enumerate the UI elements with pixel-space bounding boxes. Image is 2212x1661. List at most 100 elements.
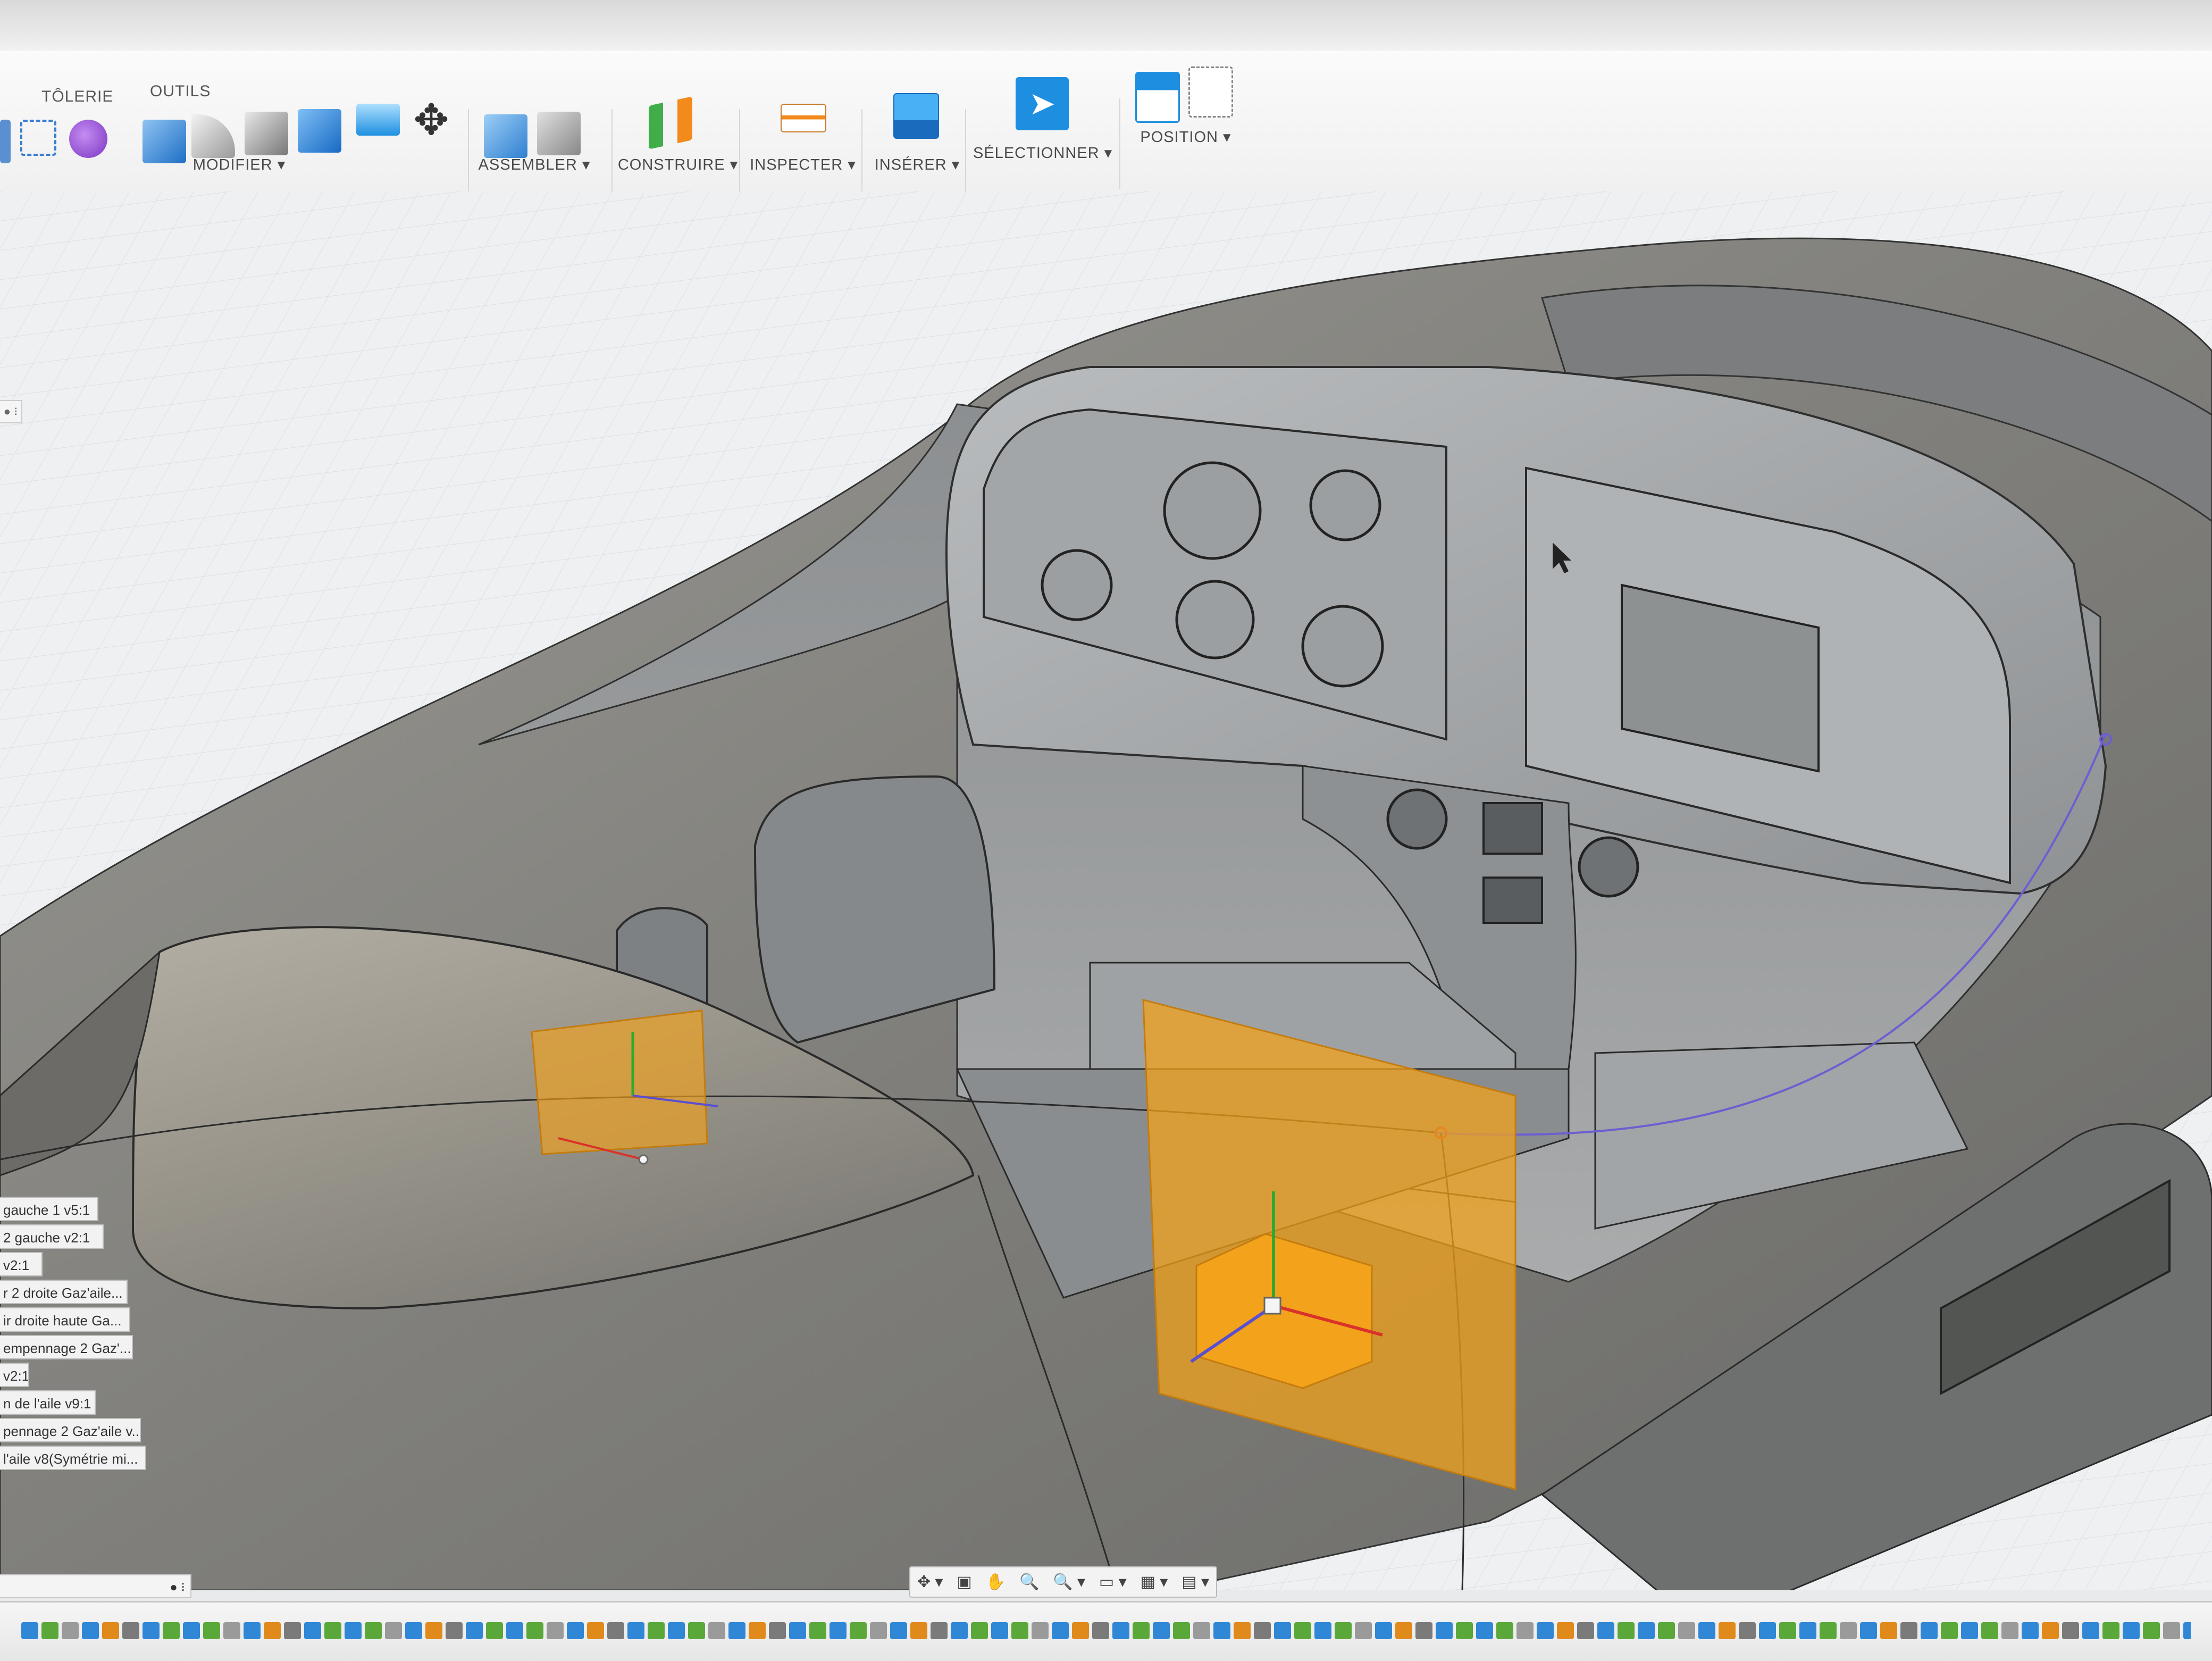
browser-item[interactable]: r 2 droite Gaz'aile... [0, 1280, 128, 1304]
insert-image-icon[interactable] [893, 93, 939, 139]
timeline-feature-icon[interactable] [728, 1622, 745, 1639]
timeline-feature-icon[interactable] [789, 1622, 806, 1639]
capture-position-icon[interactable] [1135, 72, 1180, 123]
timeline-feature-icon[interactable] [1921, 1622, 1938, 1639]
timeline-feature-icon[interactable] [850, 1622, 867, 1639]
timeline-feature-icon[interactable] [1799, 1622, 1816, 1639]
browser-item[interactable]: 2 gauche v2:1 [0, 1224, 104, 1249]
shell-icon[interactable] [245, 112, 288, 155]
timeline-feature-icon[interactable] [1415, 1622, 1432, 1639]
timeline-feature-icon[interactable] [41, 1622, 58, 1639]
timeline-feature-icon[interactable] [2183, 1622, 2191, 1639]
timeline-feature-icon[interactable] [1900, 1622, 1917, 1639]
canvas-scene[interactable] [0, 191, 2212, 1590]
fillet-icon[interactable] [191, 114, 235, 158]
timeline-feature-icon[interactable] [1032, 1622, 1049, 1639]
timeline-feature-icon[interactable] [183, 1622, 200, 1639]
timeline-feature-icon[interactable] [971, 1622, 988, 1639]
timeline-feature-icon[interactable] [82, 1622, 99, 1639]
sheet-metal-flange-icon[interactable] [20, 120, 56, 156]
timeline-feature-icon[interactable] [1941, 1622, 1958, 1639]
timeline-feature-icon[interactable] [1133, 1622, 1150, 1639]
timeline-feature-icon[interactable] [648, 1622, 665, 1639]
timeline-feature-icon[interactable] [1112, 1622, 1129, 1639]
tab-sheet-metal[interactable]: TÔLERIE [41, 88, 113, 106]
pan-icon[interactable]: ✋ [986, 1573, 1006, 1591]
timeline-feature-icon[interactable] [1618, 1622, 1635, 1639]
timeline-feature-icon[interactable] [526, 1622, 543, 1639]
timeline-track[interactable] [21, 1617, 2191, 1644]
combine-icon[interactable] [298, 109, 341, 153]
origin-point-small[interactable] [638, 1154, 649, 1165]
browser-item[interactable]: gauche 1 v5:1 [0, 1197, 98, 1221]
timeline-feature-icon[interactable] [2022, 1622, 2039, 1639]
timeline-feature-icon[interactable] [486, 1622, 503, 1639]
timeline-feature-icon[interactable] [2082, 1622, 2099, 1639]
timeline-feature-icon[interactable] [506, 1622, 523, 1639]
timeline-feature-icon[interactable] [102, 1622, 119, 1639]
timeline-feature-icon[interactable] [2123, 1622, 2140, 1639]
timeline-feature-icon[interactable] [385, 1622, 402, 1639]
timeline-feature-icon[interactable] [567, 1622, 584, 1639]
timeline-feature-icon[interactable] [1719, 1622, 1736, 1639]
3d-viewport[interactable]: ● ⁝ gauche 1 v5:1 2 gauche v2:1 v2:1 r 2… [0, 191, 2212, 1590]
comments-panel[interactable]: ● ⁝ [0, 1574, 191, 1598]
browser-toggle-icon[interactable]: ● ⁝ [0, 400, 22, 423]
timeline-feature-icon[interactable] [1254, 1622, 1271, 1639]
timeline-feature-icon[interactable] [1759, 1622, 1776, 1639]
modify-menu[interactable]: MODIFIER ▾ [133, 155, 346, 174]
timeline-feature-icon[interactable] [769, 1622, 786, 1639]
browser-item[interactable]: ir droite haute Ga... [0, 1307, 130, 1332]
timeline-feature-icon[interactable] [890, 1622, 907, 1639]
timeline-feature-icon[interactable] [324, 1622, 341, 1639]
timeline-feature-icon[interactable] [1314, 1622, 1331, 1639]
revert-position-icon[interactable] [1188, 66, 1233, 118]
timeline-feature-icon[interactable] [1537, 1622, 1554, 1639]
assemble-menu[interactable]: ASSEMBLER ▾ [473, 155, 596, 174]
timeline-feature-icon[interactable] [1456, 1622, 1473, 1639]
timeline-feature-icon[interactable] [1739, 1622, 1756, 1639]
timeline-feature-icon[interactable] [2102, 1622, 2119, 1639]
offset-plane-icon[interactable] [649, 96, 692, 149]
timeline-feature-icon[interactable] [1436, 1622, 1453, 1639]
timeline-feature-icon[interactable] [1658, 1622, 1675, 1639]
zoom-icon[interactable]: 🔍 [1019, 1573, 1039, 1591]
look-at-icon[interactable]: ▣ [957, 1573, 971, 1591]
timeline-feature-icon[interactable] [1395, 1622, 1412, 1639]
timeline-feature-icon[interactable] [627, 1622, 644, 1639]
timeline-feature-icon[interactable] [1294, 1622, 1311, 1639]
timeline-feature-icon[interactable] [1335, 1622, 1352, 1639]
browser-item[interactable]: v2:1 [0, 1363, 29, 1387]
browser-item[interactable]: empennage 2 Gaz'... [0, 1335, 133, 1359]
timeline-feature-icon[interactable] [1375, 1622, 1392, 1639]
measure-icon[interactable] [781, 104, 826, 132]
position-menu[interactable]: POSITION ▾ [1122, 128, 1250, 146]
timeline-feature-icon[interactable] [1496, 1622, 1513, 1639]
viewports-icon[interactable]: ▤ ▾ [1182, 1573, 1209, 1591]
timeline-feature-icon[interactable] [1779, 1622, 1796, 1639]
timeline-feature-icon[interactable] [1476, 1622, 1493, 1639]
timeline-feature-icon[interactable] [223, 1622, 240, 1639]
origin-point[interactable] [1263, 1297, 1281, 1315]
timeline-feature-icon[interactable] [1052, 1622, 1069, 1639]
timeline-feature-icon[interactable] [203, 1622, 220, 1639]
move-icon[interactable]: ✥ [409, 98, 453, 142]
browser-item[interactable]: l'aile v8(Symétrie mi... [0, 1446, 146, 1470]
timeline-feature-icon[interactable] [547, 1622, 564, 1639]
timeline-feature-icon[interactable] [910, 1622, 927, 1639]
timeline-feature-icon[interactable] [1860, 1622, 1877, 1639]
timeline-feature-icon[interactable] [21, 1622, 38, 1639]
timeline-feature-icon[interactable] [830, 1622, 847, 1639]
replace-face-icon[interactable] [356, 104, 400, 136]
timeline-feature-icon[interactable] [2042, 1622, 2059, 1639]
timeline-feature-icon[interactable] [2163, 1622, 2180, 1639]
timeline-feature-icon[interactable] [163, 1622, 180, 1639]
timeline-feature-icon[interactable] [1840, 1622, 1857, 1639]
timeline-feature-icon[interactable] [749, 1622, 766, 1639]
timeline-feature-icon[interactable] [446, 1622, 463, 1639]
fit-icon[interactable]: 🔍 ▾ [1053, 1573, 1085, 1591]
timeline-feature-icon[interactable] [425, 1622, 442, 1639]
timeline-feature-icon[interactable] [607, 1622, 624, 1639]
timeline-feature-icon[interactable] [1880, 1622, 1897, 1639]
timeline-feature-icon[interactable] [365, 1622, 382, 1639]
